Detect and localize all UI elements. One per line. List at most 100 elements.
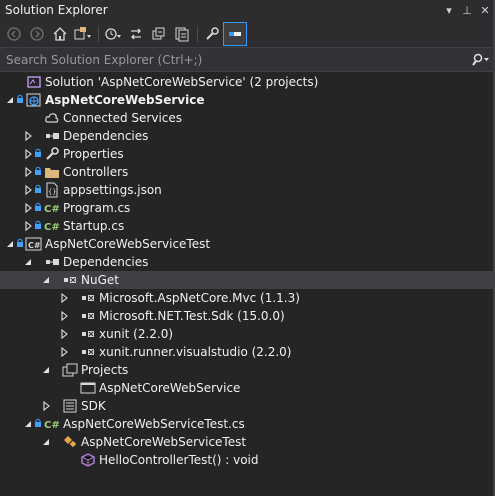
expanded-arrow-icon[interactable]: [40, 361, 52, 379]
project-reference-icon: [79, 379, 97, 397]
expander-placeholder: [58, 451, 70, 469]
svg-text:C#: C#: [28, 241, 41, 250]
close-icon[interactable]: ✕: [477, 2, 493, 18]
tree-row[interactable]: Properties: [0, 145, 495, 163]
collapsed-arrow-icon[interactable]: [58, 325, 70, 343]
source-control-lock-icon: [34, 418, 42, 431]
back-icon[interactable]: [3, 23, 25, 45]
expanded-arrow-icon[interactable]: [4, 235, 16, 253]
collapsed-arrow-icon[interactable]: [22, 145, 34, 163]
web-project-icon: [25, 91, 43, 109]
tree-item-label: AspNetCoreWebService: [99, 381, 241, 395]
tree-row[interactable]: Projects: [0, 361, 495, 379]
tree-row[interactable]: Dependencies: [0, 127, 495, 145]
csharp-project-icon: C#: [25, 235, 43, 253]
tree-row[interactable]: C# AspNetCoreWebServiceTest: [0, 235, 495, 253]
collapsed-arrow-icon[interactable]: [22, 217, 34, 235]
dropdown-icon[interactable]: ▾: [441, 2, 457, 18]
json-file-icon: {}: [43, 181, 61, 199]
properties-wrench-icon[interactable]: [201, 23, 223, 45]
tree-row[interactable]: xunit.runner.visualstudio (2.2.0): [0, 343, 495, 361]
tree-item-label: HelloControllerTest() : void: [99, 453, 259, 467]
tree-item-label: Controllers: [63, 165, 129, 179]
tree-item-label: Properties: [63, 147, 124, 161]
tree-row[interactable]: SDK: [0, 397, 495, 415]
tree-row[interactable]: AspNetCoreWebService: [0, 91, 495, 109]
tree-row[interactable]: C# Program.cs: [0, 199, 495, 217]
collapsed-arrow-icon[interactable]: [40, 397, 52, 415]
source-control-lock-icon: [34, 148, 42, 161]
csharp-file-icon: C#: [43, 199, 61, 217]
tree-item-label: Solution 'AspNetCoreWebService' (2 proje…: [45, 75, 319, 89]
expanded-arrow-icon[interactable]: [22, 253, 34, 271]
projects-icon: [61, 361, 79, 379]
tree-item-label: SDK: [81, 399, 106, 413]
tree-row[interactable]: AspNetCoreWebServiceTest: [0, 433, 495, 451]
expanded-arrow-icon[interactable]: [40, 271, 52, 289]
collapsed-arrow-icon[interactable]: [22, 163, 34, 181]
tree-row[interactable]: Connected Services: [0, 109, 495, 127]
collapsed-arrow-icon[interactable]: [58, 307, 70, 325]
sdk-icon: [61, 397, 79, 415]
expanded-arrow-icon[interactable]: [40, 433, 52, 451]
svg-text:C#: C#: [44, 420, 60, 431]
tree-row[interactable]: Solution 'AspNetCoreWebService' (2 proje…: [0, 73, 495, 91]
tree-item-label: Program.cs: [63, 201, 131, 215]
tree-row[interactable]: {} appsettings.json: [0, 181, 495, 199]
tree-row[interactable]: Controllers: [0, 163, 495, 181]
tree-row[interactable]: Dependencies: [0, 253, 495, 271]
show-all-files-icon[interactable]: [171, 23, 193, 45]
tree-item-label: Microsoft.NET.Test.Sdk (15.0.0): [99, 309, 285, 323]
switch-views-icon[interactable]: [72, 23, 94, 45]
title-bar: Solution Explorer ▾ ⊥ ✕: [0, 0, 495, 20]
tree-item-label: xunit.runner.visualstudio (2.2.0): [99, 345, 292, 359]
tree-item-label: xunit (2.2.0): [99, 327, 174, 341]
pending-changes-filter-icon[interactable]: [102, 23, 124, 45]
tree-row[interactable]: C# AspNetCoreWebServiceTest.cs: [0, 415, 495, 433]
sync-with-active-document-icon[interactable]: [125, 23, 147, 45]
tree-item-label: Microsoft.AspNetCore.Mvc (1.1.3): [99, 291, 300, 305]
collapsed-arrow-icon[interactable]: [58, 343, 70, 361]
pin-icon[interactable]: ⊥: [459, 2, 475, 18]
toolbar: [0, 20, 495, 47]
expander-placeholder: [22, 109, 34, 127]
tree-row[interactable]: Microsoft.NET.Test.Sdk (15.0.0): [0, 307, 495, 325]
dependencies-icon: [43, 253, 61, 271]
tree-item-label: Dependencies: [63, 255, 149, 269]
tree-row[interactable]: NuGet: [0, 271, 495, 289]
tree-item-label: AspNetCoreWebServiceTest: [81, 435, 247, 449]
tree-item-label: Dependencies: [63, 129, 149, 143]
source-control-lock-icon: [34, 202, 42, 215]
tree-item-label: Connected Services: [63, 111, 183, 125]
collapsed-arrow-icon[interactable]: [58, 289, 70, 307]
expander-placeholder: [4, 73, 16, 91]
preview-selected-items-icon[interactable]: [223, 21, 247, 46]
collapsed-arrow-icon[interactable]: [22, 181, 34, 199]
collapse-all-icon[interactable]: [148, 23, 170, 45]
forward-icon[interactable]: [26, 23, 48, 45]
source-control-lock-icon: [16, 238, 24, 251]
collapsed-arrow-icon[interactable]: [22, 127, 34, 145]
method-icon: [79, 451, 97, 469]
toolbar-separator: [98, 25, 99, 42]
svg-text:C#: C#: [44, 222, 60, 233]
csharp-file-icon: C#: [43, 415, 61, 433]
search-input[interactable]: [0, 51, 465, 68]
tree-row[interactable]: Microsoft.AspNetCore.Mvc (1.1.3): [0, 289, 495, 307]
tree-row[interactable]: C# Startup.cs: [0, 217, 495, 235]
tree-row[interactable]: HelloControllerTest() : void: [0, 451, 495, 469]
tree-row[interactable]: AspNetCoreWebService: [0, 379, 495, 397]
expanded-arrow-icon[interactable]: [4, 91, 16, 109]
search-options-button[interactable]: [465, 53, 495, 67]
tree-item-label: appsettings.json: [63, 183, 162, 197]
search-bar: [0, 47, 495, 72]
toolbar-separator: [197, 25, 198, 42]
package-icon: [79, 343, 97, 361]
svg-text:C#: C#: [44, 204, 60, 215]
collapsed-arrow-icon[interactable]: [22, 199, 34, 217]
home-icon[interactable]: [49, 23, 71, 45]
tree-item-label: Projects: [81, 363, 129, 377]
tree-item-label: AspNetCoreWebService: [45, 93, 205, 107]
tree-row[interactable]: xunit (2.2.0): [0, 325, 495, 343]
expanded-arrow-icon[interactable]: [22, 415, 34, 433]
